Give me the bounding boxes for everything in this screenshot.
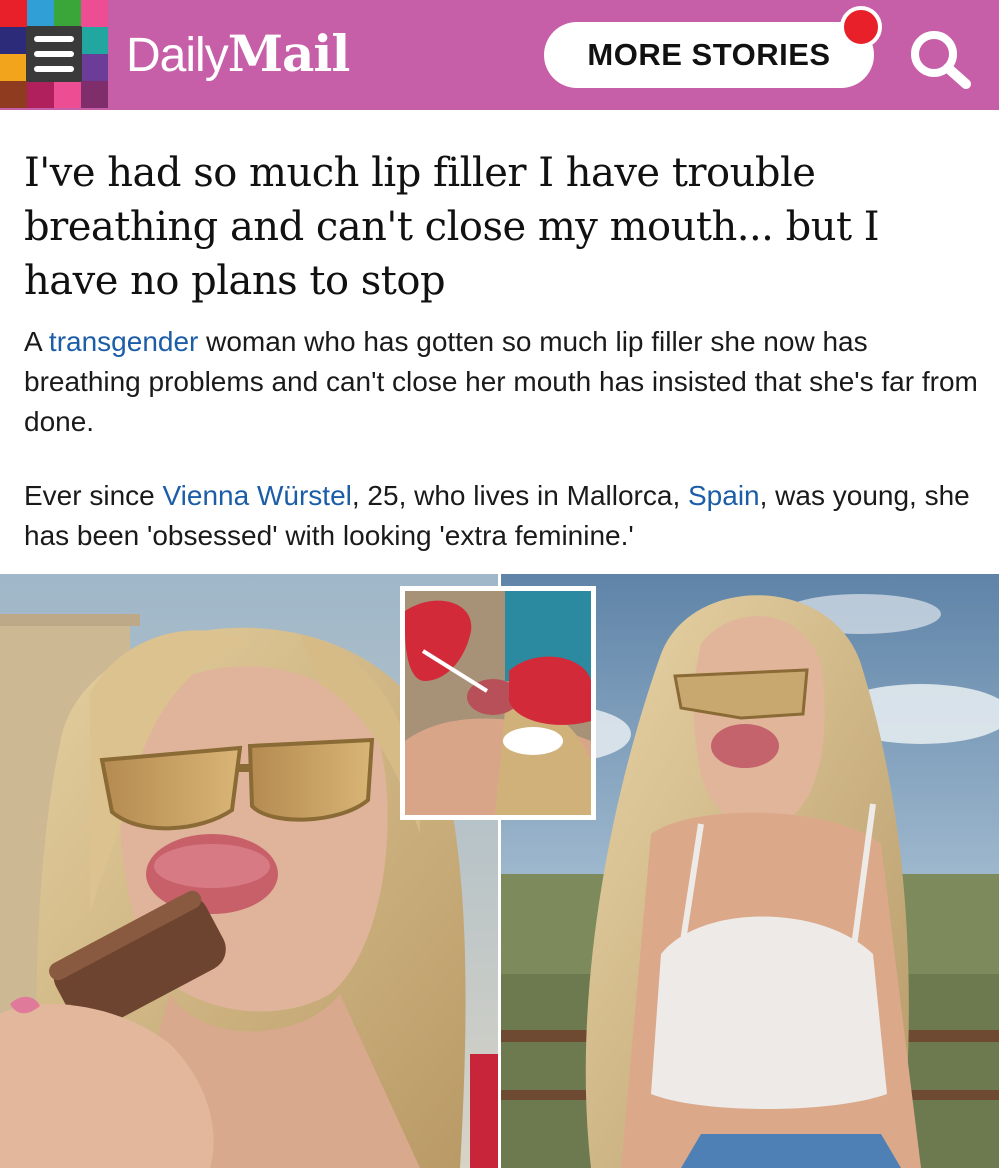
article-paragraph-2: Ever since Vienna Würstel, 25, who lives…	[24, 476, 979, 556]
hamburger-menu-icon[interactable]	[26, 26, 82, 82]
para2-text-2: , 25, who lives in Mallorca,	[351, 480, 688, 511]
inset-photo[interactable]	[400, 586, 596, 820]
notification-dot-icon	[840, 6, 882, 48]
logo-mail-text: Mail	[227, 24, 351, 83]
page: { "header": { "brand_daily": "Daily", "b…	[0, 0, 999, 1168]
link-spain[interactable]: Spain	[688, 480, 760, 511]
para2-text-1: Ever since	[24, 480, 163, 511]
search-icon[interactable]	[906, 26, 976, 90]
site-header: DailyMail MORE STORIES	[0, 0, 999, 110]
intro-text-start: A	[24, 326, 49, 357]
article-headline: I've had so much lip filler I have troub…	[24, 150, 880, 304]
article-intro: A transgender woman who has gotten so mu…	[24, 322, 979, 442]
more-stories-button[interactable]: MORE STORIES	[544, 22, 874, 88]
site-logo[interactable]: DailyMail	[126, 24, 351, 84]
link-vienna-wurstel[interactable]: Vienna Würstel	[163, 480, 352, 511]
logo-daily-text: Daily	[126, 29, 229, 82]
link-transgender[interactable]: transgender	[49, 326, 198, 357]
